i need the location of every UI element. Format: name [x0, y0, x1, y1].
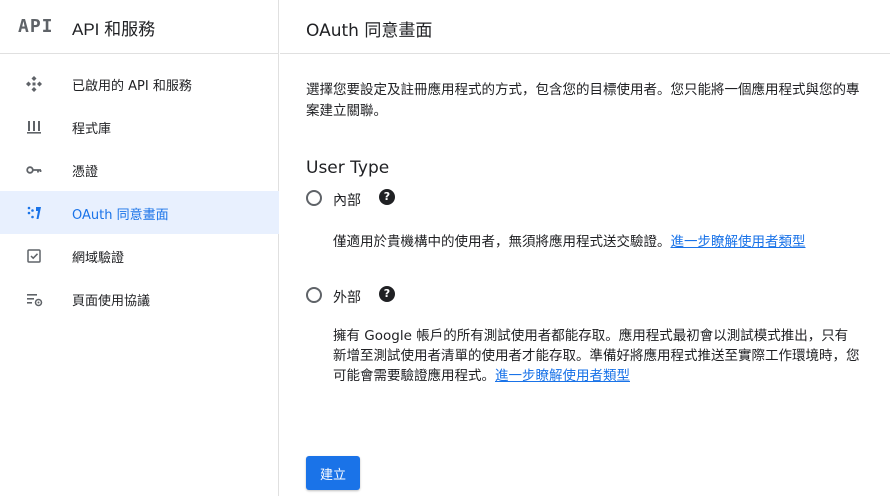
sidebar-item-label: 網域驗證: [72, 251, 125, 266]
user-type-title: User Type: [306, 158, 390, 178]
sidebar-item-page-agreements[interactable]: 頁面使用協議: [0, 277, 279, 320]
brand-title: API 和服務: [72, 20, 156, 39]
checkbox-icon: [27, 249, 41, 263]
page-description: 選擇您要設定及註冊應用程式的方式，包含您的目標使用者。您只能將一個應用程式與您的…: [306, 82, 860, 119]
option-external: 外部 ?: [306, 285, 606, 307]
radio-external[interactable]: [306, 287, 322, 303]
sidebar-item-oauth-consent[interactable]: OAuth 同意畫面: [0, 191, 279, 234]
help-icon[interactable]: ?: [379, 286, 395, 302]
radio-internal-label[interactable]: 內部: [333, 190, 361, 210]
learn-more-link[interactable]: 進一步瞭解使用者類型: [495, 368, 630, 384]
sidebar-item-credentials[interactable]: 憑證: [0, 148, 279, 191]
page-header: OAuth 同意畫面: [280, 0, 890, 54]
key-icon: [26, 166, 42, 174]
sidebar-item-label: 程式庫: [72, 122, 112, 137]
sidebar-item-label: 頁面使用協議: [72, 294, 151, 309]
sidebar-item-label: OAuth 同意畫面: [72, 208, 169, 223]
radio-external-label[interactable]: 外部: [333, 287, 361, 307]
sidebar-item-domain-verification[interactable]: 網域驗證: [0, 234, 279, 277]
sidebar-item-label: 已啟用的 API 和服務: [72, 79, 192, 94]
create-button[interactable]: 建立: [306, 456, 360, 490]
sidebar-item-enabled-apis[interactable]: 已啟用的 API 和服務: [0, 62, 279, 105]
option-external-description: 擁有 Google 帳戶的所有測試使用者都能存取。應用程式最初會以測試模式推出，…: [333, 328, 860, 384]
option-internal-description: 僅適用於貴機構中的使用者，無須將應用程式送交驗證。進一步瞭解使用者類型: [333, 234, 806, 250]
oauth-consent-icon: [27, 206, 41, 219]
settings-list-icon: [27, 294, 43, 307]
option-internal: 內部 ?: [306, 188, 606, 210]
sidebar-item-label: 憑證: [72, 165, 99, 180]
sidebar-nav: 已啟用的 API 和服務 程式庫 憑證 OAuth 同意畫面 網域驗證 頁面使用…: [0, 62, 279, 320]
radio-internal[interactable]: [306, 190, 322, 206]
help-icon[interactable]: ?: [379, 189, 395, 205]
brand-header: API API 和服務: [0, 0, 279, 54]
page-title: OAuth 同意畫面: [306, 21, 433, 41]
learn-more-link[interactable]: 進一步瞭解使用者類型: [671, 234, 806, 250]
api-diamond-icon: [26, 76, 42, 92]
sidebar-item-library[interactable]: 程式庫: [0, 105, 279, 148]
sidebar: API API 和服務 已啟用的 API 和服務 程式庫 憑證 OAuth 同意…: [0, 0, 279, 496]
api-logo: API: [18, 16, 54, 37]
library-icon: [27, 121, 41, 134]
